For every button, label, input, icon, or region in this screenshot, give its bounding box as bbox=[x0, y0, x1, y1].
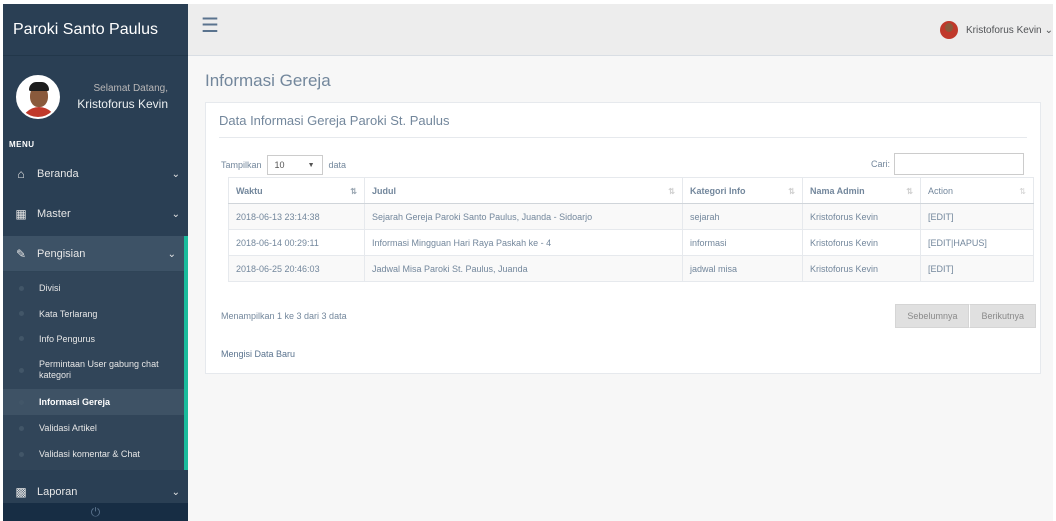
profile-user-name: Kristoforus Kevin bbox=[77, 97, 168, 111]
nav-label-laporan: Laporan bbox=[37, 486, 78, 498]
brand-title[interactable]: Paroki Santo Paulus bbox=[3, 4, 188, 56]
chevron-down-icon: ⌄ bbox=[1044, 24, 1053, 36]
cell-kategori: informasi bbox=[682, 229, 803, 256]
pengisian-submenu: Divisi Kata Terlarang Info Pengurus Perm… bbox=[3, 272, 188, 470]
hamburger-icon[interactable]: ☰ bbox=[201, 16, 219, 36]
cell-waktu: 2018-06-13 23:14:38 bbox=[228, 203, 365, 230]
table-row: 2018-06-13 23:14:38 Sejarah Gereja Parok… bbox=[228, 203, 1034, 230]
logout-button[interactable]: ⏻ bbox=[3, 503, 188, 521]
menu-heading: MENU bbox=[9, 140, 35, 149]
table-icon: ▦ bbox=[15, 207, 27, 221]
edit-link[interactable]: [EDIT] bbox=[920, 255, 1034, 282]
sort-icon: ⇅ bbox=[788, 187, 795, 196]
nav-label-pengisian: Pengisian bbox=[37, 248, 86, 260]
column-header-judul[interactable]: Judul ⇅ bbox=[364, 177, 683, 204]
sort-icon: ⇅ bbox=[906, 187, 913, 196]
length-prefix: Tampilkan bbox=[221, 160, 262, 170]
user-menu-toggle[interactable]: Kristoforus Kevin ⌄ bbox=[940, 21, 1053, 39]
nav-item-master[interactable]: ▦ Master ⌄ bbox=[3, 196, 188, 232]
sort-icon: ⇅ bbox=[1019, 187, 1026, 196]
profile-text: Selamat Datang, Kristoforus Kevin bbox=[72, 83, 168, 111]
column-header-waktu[interactable]: Waktu ⇅ bbox=[228, 177, 365, 204]
table-row: 2018-06-14 00:29:11 Informasi Mingguan H… bbox=[228, 229, 1034, 256]
caret-down-icon: ▼ bbox=[307, 161, 315, 169]
main-content: Informasi Gereja Data Informasi Gereja P… bbox=[188, 56, 1053, 521]
nav-item-beranda[interactable]: ⌂ Beranda ⌄ bbox=[3, 156, 188, 192]
column-header-action[interactable]: Action ⇅ bbox=[920, 177, 1034, 204]
avatar bbox=[940, 21, 959, 39]
page-length-control: Tampilkan 10 ▼ data bbox=[221, 155, 346, 175]
topbar-user-name: Kristoforus Kevin bbox=[966, 24, 1042, 36]
submenu-item-permintaan-user[interactable]: Permintaan User gabung chat kategori bbox=[3, 351, 184, 389]
cell-waktu: 2018-06-25 20:46:03 bbox=[228, 255, 365, 282]
data-table: Waktu ⇅ Judul ⇅ Kategori Info ⇅ Nama Admin ⇅ bbox=[228, 177, 1034, 282]
chevron-down-icon: ⌄ bbox=[171, 208, 180, 220]
sort-icon: ⇅ bbox=[668, 187, 675, 196]
cell-kategori: jadwal misa bbox=[682, 255, 803, 282]
cell-judul: Sejarah Gereja Paroki Santo Paulus, Juan… bbox=[364, 203, 683, 230]
submenu-item-divisi[interactable]: Divisi bbox=[3, 275, 184, 301]
panel-title: Data Informasi Gereja Paroki St. Paulus bbox=[219, 113, 450, 128]
page-length-select[interactable]: 10 ▼ bbox=[266, 155, 323, 175]
submenu-item-informasi-gereja[interactable]: Informasi Gereja bbox=[3, 389, 184, 415]
submenu-item-validasi-artikel[interactable]: Validasi Artikel bbox=[3, 415, 184, 441]
column-header-kategori[interactable]: Kategori Info ⇅ bbox=[682, 177, 803, 204]
home-icon: ⌂ bbox=[17, 167, 25, 181]
edit-icon: ✎ bbox=[15, 247, 27, 261]
chevron-down-icon: ⌄ bbox=[167, 248, 176, 260]
add-new-data-link[interactable]: Mengisi Data Baru bbox=[221, 349, 295, 359]
app-frame: Paroki Santo Paulus Selamat Datang, Kris… bbox=[3, 4, 1053, 521]
power-icon: ⏻ bbox=[90, 504, 101, 519]
pagination: Sebelumnya Berikutnya bbox=[895, 304, 1036, 328]
search-label: Cari: bbox=[870, 159, 890, 169]
table-info-text: Menampilkan 1 ke 3 dari 3 data bbox=[221, 311, 347, 321]
edit-delete-links[interactable]: [EDIT|HAPUS] bbox=[920, 229, 1034, 256]
avatar bbox=[16, 75, 60, 119]
table-row: 2018-06-25 20:46:03 Jadwal Misa Paroki S… bbox=[228, 255, 1034, 282]
nav-label-beranda: Beranda bbox=[37, 168, 79, 180]
edit-link[interactable]: [EDIT] bbox=[920, 203, 1034, 230]
data-panel: Data Informasi Gereja Paroki St. Paulus … bbox=[205, 102, 1041, 374]
chart-icon: ▩ bbox=[15, 485, 27, 499]
previous-page-button[interactable]: Sebelumnya bbox=[895, 304, 970, 328]
page-title: Informasi Gereja bbox=[205, 71, 331, 90]
cell-admin: Kristoforus Kevin bbox=[802, 229, 921, 256]
chevron-down-icon: ⌄ bbox=[171, 486, 180, 498]
sort-icon: ⇅ bbox=[350, 187, 357, 196]
divider bbox=[219, 137, 1027, 138]
submenu-item-kata-terlarang[interactable]: Kata Terlarang bbox=[3, 301, 184, 326]
cell-judul: Jadwal Misa Paroki St. Paulus, Juanda bbox=[364, 255, 683, 282]
top-navbar: ☰ Kristoforus Kevin ⌄ bbox=[188, 4, 1053, 56]
nav-label-master: Master bbox=[37, 208, 71, 220]
search-control: Cari: bbox=[871, 153, 1024, 175]
column-header-nama-admin[interactable]: Nama Admin ⇅ bbox=[802, 177, 921, 204]
greeting-text: Selamat Datang, bbox=[93, 83, 169, 94]
length-suffix: data bbox=[328, 160, 347, 170]
cell-waktu: 2018-06-14 00:29:11 bbox=[228, 229, 365, 256]
sidebar: Paroki Santo Paulus Selamat Datang, Kris… bbox=[3, 4, 188, 521]
next-page-button[interactable]: Berikutnya bbox=[969, 304, 1036, 328]
profile-block: Selamat Datang, Kristoforus Kevin bbox=[3, 56, 188, 128]
cell-admin: Kristoforus Kevin bbox=[802, 255, 921, 282]
submenu-item-info-pengurus[interactable]: Info Pengurus bbox=[3, 326, 184, 351]
search-input[interactable] bbox=[894, 153, 1024, 175]
cell-kategori: sejarah bbox=[682, 203, 803, 230]
submenu-item-validasi-komentar[interactable]: Validasi komentar & Chat bbox=[3, 441, 184, 467]
cell-admin: Kristoforus Kevin bbox=[802, 203, 921, 230]
cell-judul: Informasi Mingguan Hari Raya Paskah ke -… bbox=[364, 229, 683, 256]
nav-item-pengisian[interactable]: ✎ Pengisian ⌄ bbox=[3, 236, 188, 272]
chevron-down-icon: ⌄ bbox=[171, 168, 180, 180]
